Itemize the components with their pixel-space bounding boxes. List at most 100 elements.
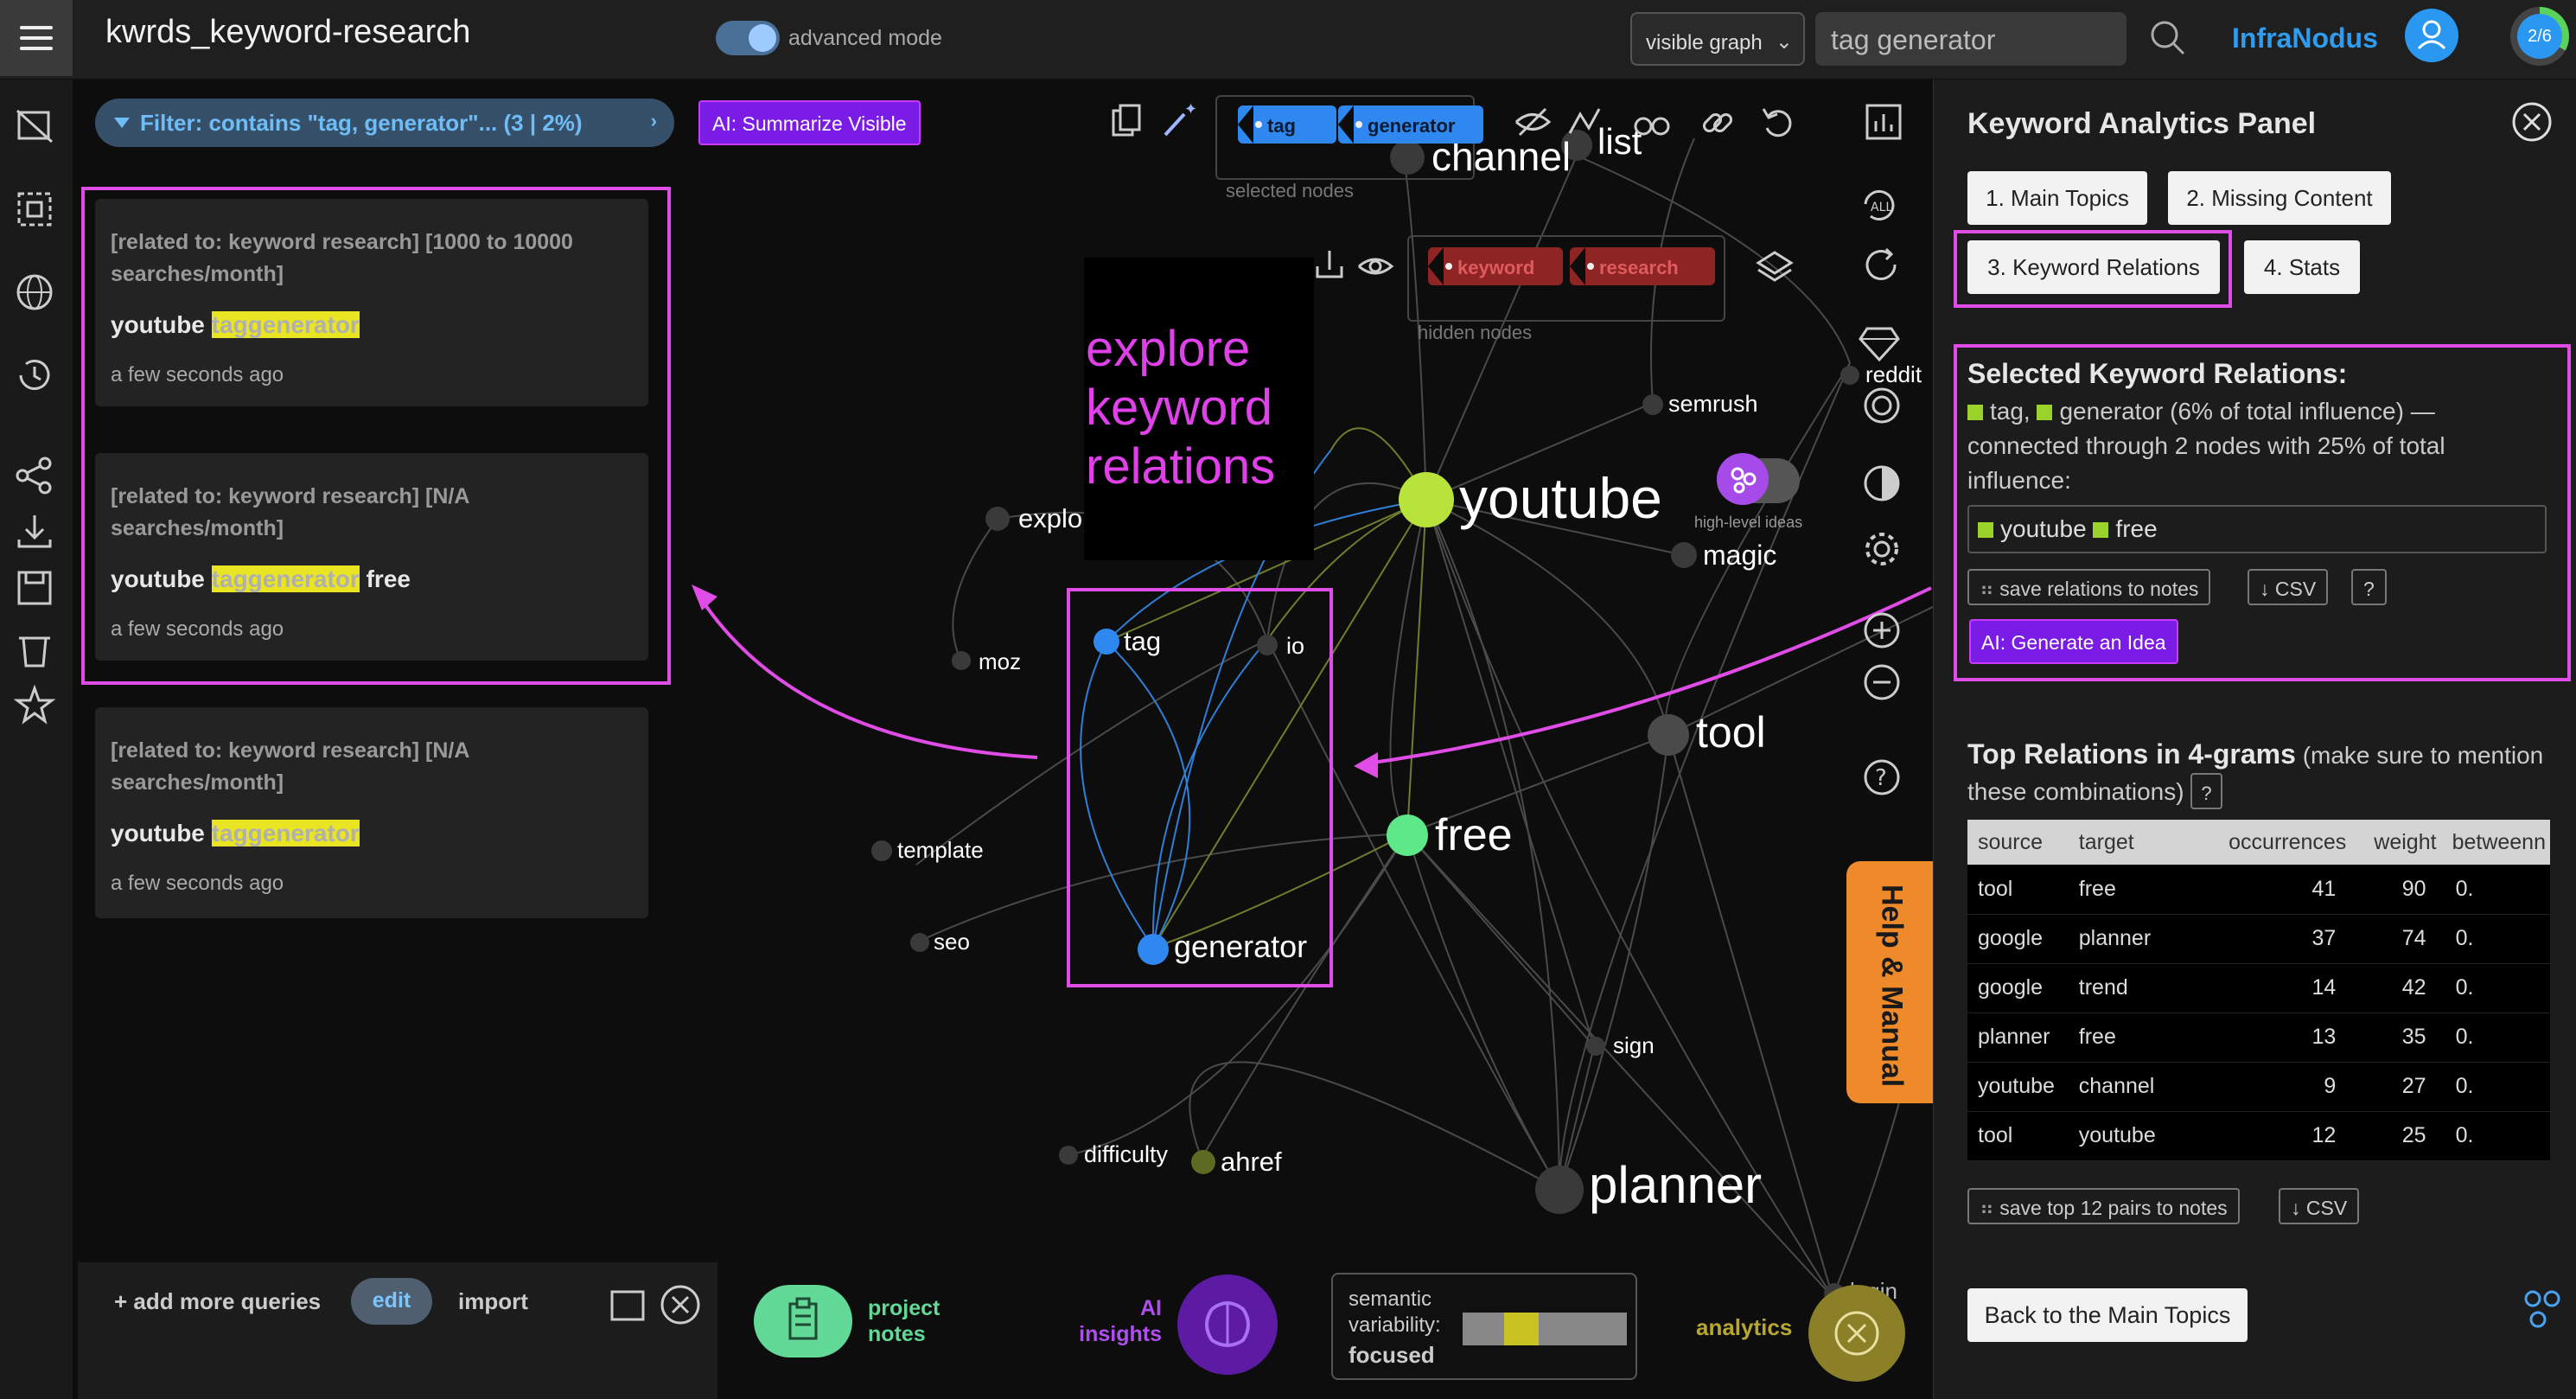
target-icon[interactable] [1860, 384, 1903, 427]
node-template[interactable] [871, 840, 892, 861]
nodes-icon [1731, 467, 1757, 494]
refresh-icon[interactable] [1860, 244, 1903, 287]
table-row[interactable]: google planner 37 74 0. [1967, 914, 2550, 964]
user-avatar[interactable] [2405, 9, 2458, 62]
node-moz[interactable] [952, 651, 971, 670]
back-main-topics-button[interactable]: Back to the Main Topics [1967, 1288, 2248, 1342]
zoom-out-icon[interactable] [1860, 661, 1903, 704]
hide-icon[interactable] [1513, 102, 1553, 142]
diamond-icon[interactable] [1855, 322, 1903, 365]
high-level-ideas-toggle[interactable] [1717, 453, 1800, 505]
semantic-variability-widget[interactable]: semantic variability: focused [1331, 1273, 1637, 1380]
project-notes-button[interactable] [754, 1285, 852, 1357]
zoom-in-icon[interactable] [1860, 609, 1903, 652]
project-notes-label[interactable]: project notes [868, 1295, 963, 1347]
tab-missing-content[interactable]: 2. Missing Content [2168, 171, 2391, 225]
table-row[interactable]: planner free 13 35 0. [1967, 1013, 2550, 1063]
table-row[interactable]: tool youtube 12 25 0. [1967, 1111, 2550, 1161]
col-weight[interactable]: weight [2355, 820, 2445, 865]
selected-tag-pill[interactable]: tag [1238, 105, 1336, 144]
annotation-box-tab [1954, 230, 2232, 308]
col-target[interactable]: target [2068, 820, 2204, 865]
tab-stats[interactable]: 4. Stats [2244, 240, 2360, 294]
brand-logo[interactable]: InfraNodus [2232, 22, 2378, 54]
node-explo[interactable] [985, 507, 1010, 531]
col-source[interactable]: source [1967, 820, 2069, 865]
cell-source: youtube [1967, 1062, 2069, 1112]
save-top-pairs-button[interactable]: ⠶ save top 12 pairs to notes [1967, 1188, 2240, 1224]
label-sign[interactable]: sign [1613, 1032, 1655, 1059]
panel-title: Keyword Analytics Panel [1967, 107, 2317, 140]
brain-icon [1205, 1301, 1250, 1347]
table-row[interactable]: youtube channel 9 27 0. [1967, 1062, 2550, 1112]
copy-icon[interactable] [1106, 100, 1146, 140]
node-difficulty[interactable] [1059, 1146, 1078, 1165]
label-planner[interactable]: planner [1589, 1155, 1762, 1215]
contrast-icon[interactable] [1860, 462, 1903, 505]
binoculars-icon[interactable] [1632, 102, 1672, 142]
close-icon[interactable] [2510, 100, 2554, 144]
label-semrush[interactable]: semrush [1668, 391, 1758, 418]
magic-wand-icon[interactable]: ✦ [1158, 100, 1198, 140]
hidden-keyword-pill[interactable]: keyword [1428, 247, 1563, 285]
layers-icon[interactable] [1755, 247, 1795, 287]
eye-icon[interactable] [1355, 249, 1395, 284]
close-icon [1834, 1311, 1879, 1356]
label-seo[interactable]: seo [934, 929, 970, 955]
table-row[interactable]: google trend 14 42 0. [1967, 963, 2550, 1013]
label-tool[interactable]: tool [1696, 707, 1766, 757]
node-reddit[interactable] [1840, 366, 1859, 385]
ai-insights-button[interactable] [1177, 1274, 1278, 1375]
cell-target: channel [2068, 1062, 2204, 1112]
ai-insights-label[interactable]: AI insights [1072, 1295, 1162, 1347]
node-tool[interactable] [1648, 714, 1689, 756]
upload-icon[interactable] [1312, 247, 1347, 282]
semvar-bar[interactable] [1463, 1313, 1627, 1345]
label-magic[interactable]: magic [1703, 540, 1776, 572]
annotation-explore-text: explore keyword relations [1086, 321, 1276, 495]
tab-main-topics[interactable]: 1. Main Topics [1967, 171, 2147, 225]
csv-top-button[interactable]: ↓ CSV [2279, 1188, 2360, 1224]
selected-generator-pill[interactable]: generator [1338, 105, 1483, 144]
label-ahref[interactable]: ahref [1221, 1147, 1282, 1178]
node-planner[interactable] [1535, 1166, 1584, 1214]
analytics-close-button[interactable] [1808, 1285, 1905, 1382]
node-sign[interactable] [1586, 1037, 1605, 1056]
label-difficulty[interactable]: difficulty [1084, 1141, 1168, 1168]
hidden-research-pill[interactable]: research [1570, 247, 1715, 285]
path-icon[interactable] [1565, 102, 1604, 142]
node-magic[interactable] [1671, 542, 1697, 568]
link-icon[interactable] [1698, 102, 1738, 142]
node-free[interactable] [1387, 814, 1428, 856]
node-seo[interactable] [910, 933, 929, 952]
label-explo[interactable]: explo [1018, 503, 1082, 534]
label-youtube[interactable]: youtube [1459, 465, 1662, 531]
node-ahref[interactable] [1191, 1150, 1215, 1174]
cell-target: trend [2068, 963, 2204, 1013]
network-icon[interactable] [2519, 1285, 2566, 1332]
save-top-pairs-label: save top 12 pairs to notes [1999, 1197, 2228, 1219]
undo-icon[interactable] [1758, 102, 1798, 142]
bar-chart-icon[interactable] [1862, 100, 1905, 144]
reset-all-icon[interactable]: ALL [1857, 183, 1905, 227]
search-icon[interactable] [2147, 17, 2187, 57]
col-betweenness[interactable]: betweenn [2445, 820, 2550, 865]
help-icon[interactable]: ? [1860, 756, 1903, 799]
cell-occurrences: 41 [2203, 865, 2356, 915]
label-moz[interactable]: moz [979, 648, 1021, 675]
col-occurrences[interactable]: occurrences [2203, 820, 2356, 865]
table-row[interactable]: tool free 41 90 0. [1967, 865, 2550, 915]
cell-weight: 90 [2355, 865, 2445, 915]
cell-source: tool [1967, 865, 2069, 915]
cell-betweenness: 0. [2445, 1111, 2550, 1161]
settings-gear-icon[interactable] [1860, 527, 1903, 571]
cell-weight: 27 [2355, 1062, 2445, 1112]
label-free[interactable]: free [1435, 809, 1513, 861]
cell-target: free [2068, 865, 2204, 915]
analytics-label[interactable]: analytics [1696, 1314, 1792, 1341]
top-relations-help-button[interactable]: ? [2190, 773, 2222, 809]
node-youtube[interactable] [1399, 472, 1454, 527]
node-semrush[interactable] [1642, 394, 1663, 415]
label-template[interactable]: template [897, 837, 984, 864]
progress-indicator[interactable]: 2/6 [2510, 7, 2569, 66]
